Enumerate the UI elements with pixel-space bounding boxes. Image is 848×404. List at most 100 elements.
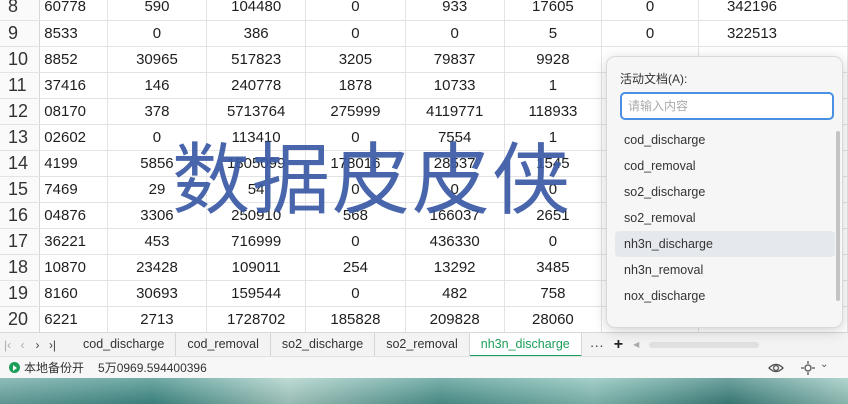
row-header[interactable]: 20	[0, 306, 41, 332]
prev-sheet-icon[interactable]: ‹	[15, 338, 30, 352]
table-cell[interactable]: 79837	[405, 46, 505, 73]
sheet-tab-nh3n-discharge[interactable]: nh3n_discharge	[469, 332, 582, 357]
table-cell[interactable]: 5713764	[206, 98, 307, 125]
table-cell[interactable]: 109011	[206, 254, 307, 281]
row-header[interactable]: 12	[0, 98, 41, 125]
row-header[interactable]: 14	[0, 150, 41, 177]
table-cell[interactable]: 0	[107, 124, 207, 151]
row-header[interactable]: 13	[0, 124, 41, 151]
table-cell[interactable]: 386	[206, 20, 307, 47]
next-sheet-icon[interactable]: ›	[30, 338, 45, 352]
table-cell[interactable]: 36221	[39, 228, 108, 255]
table-cell[interactable]: 275999	[305, 98, 406, 125]
table-cell[interactable]: 8160	[39, 280, 108, 307]
table-cell[interactable]: 17605	[504, 0, 603, 21]
row-header[interactable]: 11	[0, 72, 41, 99]
table-cell[interactable]: 1878	[305, 72, 406, 99]
table-cell[interactable]: 0	[107, 20, 207, 47]
table-cell[interactable]: 54	[206, 176, 307, 203]
table-cell[interactable]: 933	[405, 0, 505, 21]
table-cell[interactable]: 37416	[39, 72, 108, 99]
table-cell[interactable]: 104480	[206, 0, 307, 21]
row-header[interactable]: 9	[0, 20, 41, 47]
table-cell[interactable]: 0	[305, 228, 406, 255]
table-cell[interactable]: 08170	[39, 98, 108, 125]
table-cell[interactable]: 04876	[39, 202, 108, 229]
table-cell[interactable]: 240778	[206, 72, 307, 99]
table-cell[interactable]: 9928	[504, 46, 603, 73]
table-cell[interactable]: 8852	[39, 46, 108, 73]
table-cell[interactable]: 0	[305, 124, 406, 151]
first-sheet-icon[interactable]: |‹	[0, 338, 15, 352]
row-header[interactable]: 16	[0, 202, 41, 229]
table-cell[interactable]: 166037	[405, 202, 505, 229]
zoom-settings-icon[interactable]	[800, 360, 816, 376]
table-cell[interactable]: 0	[305, 176, 406, 203]
table-cell[interactable]: 8533	[39, 20, 108, 47]
table-cell[interactable]: 4119771	[405, 98, 505, 125]
table-cell[interactable]: 159544	[206, 280, 307, 307]
sheet-list-item-nh3n-removal[interactable]: nh3n_removal	[615, 257, 835, 283]
table-cell[interactable]: 0	[504, 228, 603, 255]
row-header[interactable]: 10	[0, 46, 41, 73]
table-cell[interactable]: 342196	[698, 0, 848, 21]
last-sheet-icon[interactable]: ›|	[45, 338, 60, 352]
table-cell[interactable]: 7469	[39, 176, 108, 203]
table-cell[interactable]: 10733	[405, 72, 505, 99]
table-cell[interactable]: 1	[504, 72, 603, 99]
table-cell[interactable]: 0	[405, 20, 505, 47]
table-cell[interactable]: 482	[405, 280, 505, 307]
row-header[interactable]: 17	[0, 228, 41, 255]
sheet-list-item-nox-discharge[interactable]: nox_discharge	[615, 283, 835, 309]
sheet-search-input[interactable]	[620, 92, 834, 120]
table-cell[interactable]: 10870	[39, 254, 108, 281]
table-cell[interactable]: 146	[107, 72, 207, 99]
backup-label[interactable]: 本地备份开	[24, 359, 84, 376]
sheet-list-item-nh3n-discharge[interactable]: nh3n_discharge	[615, 231, 835, 257]
table-cell[interactable]: 2651	[504, 202, 603, 229]
table-cell[interactable]: 3205	[305, 46, 406, 73]
table-cell[interactable]: 378	[107, 98, 207, 125]
row-header[interactable]: 15	[0, 176, 41, 203]
row-header[interactable]: 8	[0, 0, 41, 21]
table-cell[interactable]: 28537	[405, 150, 505, 177]
table-cell[interactable]: 118933	[504, 98, 603, 125]
table-cell[interactable]: 6221	[39, 306, 108, 332]
table-cell[interactable]: 0	[601, 0, 699, 21]
sheet-list-item-so2-removal[interactable]: so2_removal	[615, 205, 835, 231]
table-cell[interactable]: 3306	[107, 202, 207, 229]
table-cell[interactable]: 0	[305, 0, 406, 21]
row-header[interactable]: 19	[0, 280, 41, 307]
backup-status-icon[interactable]	[9, 362, 20, 373]
table-cell[interactable]: 2713	[107, 306, 207, 332]
add-sheet-button[interactable]: +	[614, 336, 623, 354]
table-cell[interactable]: 1805099	[206, 150, 307, 177]
table-cell[interactable]: 28060	[504, 306, 603, 332]
table-cell[interactable]: 0	[305, 280, 406, 307]
table-cell[interactable]: 30693	[107, 280, 207, 307]
table-cell[interactable]: 60778	[39, 0, 108, 21]
table-cell[interactable]: 0	[405, 176, 505, 203]
table-cell[interactable]: 178016	[305, 150, 406, 177]
table-cell[interactable]: 0	[601, 20, 699, 47]
table-cell[interactable]: 1545	[504, 150, 603, 177]
table-cell[interactable]: 254	[305, 254, 406, 281]
table-cell[interactable]: 0	[305, 20, 406, 47]
table-cell[interactable]: 30965	[107, 46, 207, 73]
eye-icon[interactable]	[768, 360, 784, 376]
table-cell[interactable]: 517823	[206, 46, 307, 73]
table-cell[interactable]: 590	[107, 0, 207, 21]
table-cell[interactable]: 568	[305, 202, 406, 229]
sheet-list-item-cod-discharge[interactable]: cod_discharge	[615, 127, 835, 153]
table-cell[interactable]: 7554	[405, 124, 505, 151]
table-cell[interactable]: 02602	[39, 124, 108, 151]
table-cell[interactable]: 4199	[39, 150, 108, 177]
table-cell[interactable]: 436330	[405, 228, 505, 255]
table-cell[interactable]: 0	[504, 176, 603, 203]
popup-scrollbar[interactable]	[836, 131, 840, 301]
table-cell[interactable]: 5	[504, 20, 603, 47]
sheet-tab-so2-removal[interactable]: so2_removal	[375, 332, 470, 357]
table-cell[interactable]: 5856	[107, 150, 207, 177]
chevron-down-icon[interactable]: ⌄	[820, 359, 828, 370]
table-cell[interactable]: 1	[504, 124, 603, 151]
